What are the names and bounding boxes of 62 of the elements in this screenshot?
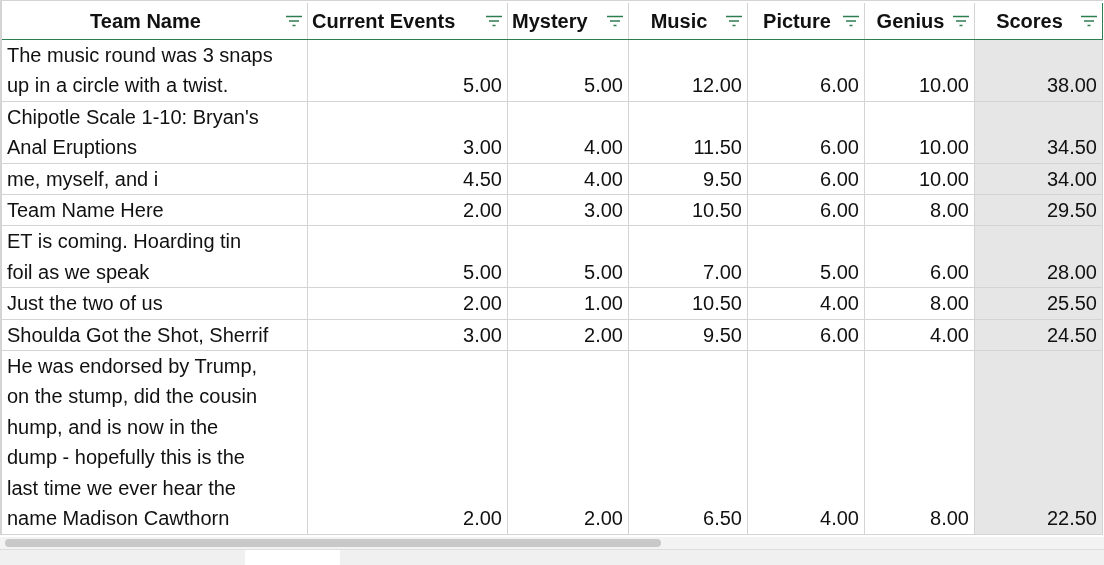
column-header: Mystery bbox=[512, 9, 588, 33]
filter-icon[interactable] bbox=[606, 15, 624, 27]
table-cell: 25.50 bbox=[975, 288, 1103, 319]
table-cell: 4.50 bbox=[308, 163, 508, 195]
table-cell: 6.00 bbox=[748, 195, 865, 226]
scrollbar-thumb[interactable] bbox=[5, 538, 661, 547]
table-cell: 5.00 bbox=[508, 226, 629, 288]
table-cell: 4.00 bbox=[748, 351, 865, 534]
column-header: Current Events bbox=[312, 9, 456, 33]
filter-icon[interactable] bbox=[285, 15, 303, 27]
table-cell: 9.50 bbox=[629, 319, 748, 351]
table-cell: 6.00 bbox=[748, 101, 865, 163]
table-cell: 4.00 bbox=[508, 163, 629, 195]
table-cell: 9.50 bbox=[629, 163, 748, 195]
column-header: Music bbox=[649, 9, 709, 33]
table-cell: Just the two of us bbox=[2, 288, 308, 319]
table-cell: 34.50 bbox=[975, 101, 1103, 163]
table-cell: 12.00 bbox=[629, 40, 748, 101]
column-header: Picture bbox=[762, 9, 832, 33]
column-header: Scores bbox=[995, 9, 1064, 33]
table-cell: 5.00 bbox=[748, 226, 865, 288]
table-cell: 6.00 bbox=[748, 163, 865, 195]
filter-icon[interactable] bbox=[1080, 15, 1098, 27]
column-header: Genius bbox=[875, 9, 946, 33]
table-cell: The music round was 3 snaps up in a circle with a twist. bbox=[2, 40, 308, 101]
table-cell: 10.50 bbox=[629, 195, 748, 226]
table-cell: 38.00 bbox=[975, 40, 1103, 101]
table-cell: He was endorsed by Trump, on the stump, did the cousin hump, and is now in the dump - hopefully this is the last time we ever hear the name Madison Cawthorn bbox=[2, 351, 308, 534]
table-cell: 22.50 bbox=[975, 351, 1103, 534]
table-cell: 7.00 bbox=[629, 226, 748, 288]
table-cell: 4.00 bbox=[748, 288, 865, 319]
column-header: Team Name bbox=[89, 9, 202, 33]
table-cell: 2.00 bbox=[308, 351, 508, 534]
table-cell: 2.00 bbox=[308, 195, 508, 226]
filter-icon[interactable] bbox=[725, 15, 743, 27]
table-cell: 3.00 bbox=[308, 101, 508, 163]
table-cell: 5.00 bbox=[508, 40, 629, 101]
table-cell: 11.50 bbox=[629, 101, 748, 163]
table-cell: Team Name Here bbox=[2, 195, 308, 226]
table-cell: me, myself, and i bbox=[2, 163, 308, 195]
table-cell: 5.00 bbox=[308, 40, 508, 101]
table-cell: 4.00 bbox=[508, 101, 629, 163]
table-cell: 2.00 bbox=[508, 351, 629, 534]
table-cell: 24.50 bbox=[975, 319, 1103, 351]
table-cell: 3.00 bbox=[508, 195, 629, 226]
filter-icon[interactable] bbox=[485, 15, 503, 27]
table-cell: 28.00 bbox=[975, 226, 1103, 288]
table-cell: 6.50 bbox=[629, 351, 748, 534]
table-cell: 5.00 bbox=[308, 226, 508, 288]
table-cell: 2.00 bbox=[308, 288, 508, 319]
table-cell: ET is coming. Hoarding tin foil as we speak bbox=[2, 226, 308, 288]
table-cell: 2.00 bbox=[508, 319, 629, 351]
table-cell: 34.00 bbox=[975, 163, 1103, 195]
table-cell: 3.00 bbox=[308, 319, 508, 351]
table-cell: 1.00 bbox=[508, 288, 629, 319]
table-cell: Shoulda Got the Shot, Sherrif bbox=[2, 319, 308, 351]
table-cell: 6.00 bbox=[748, 40, 865, 101]
filter-icon[interactable] bbox=[952, 15, 970, 27]
table-cell: 6.00 bbox=[748, 319, 865, 351]
filter-icon[interactable] bbox=[842, 15, 860, 27]
table-cell: 29.50 bbox=[975, 195, 1103, 226]
table-cell: 10.50 bbox=[629, 288, 748, 319]
